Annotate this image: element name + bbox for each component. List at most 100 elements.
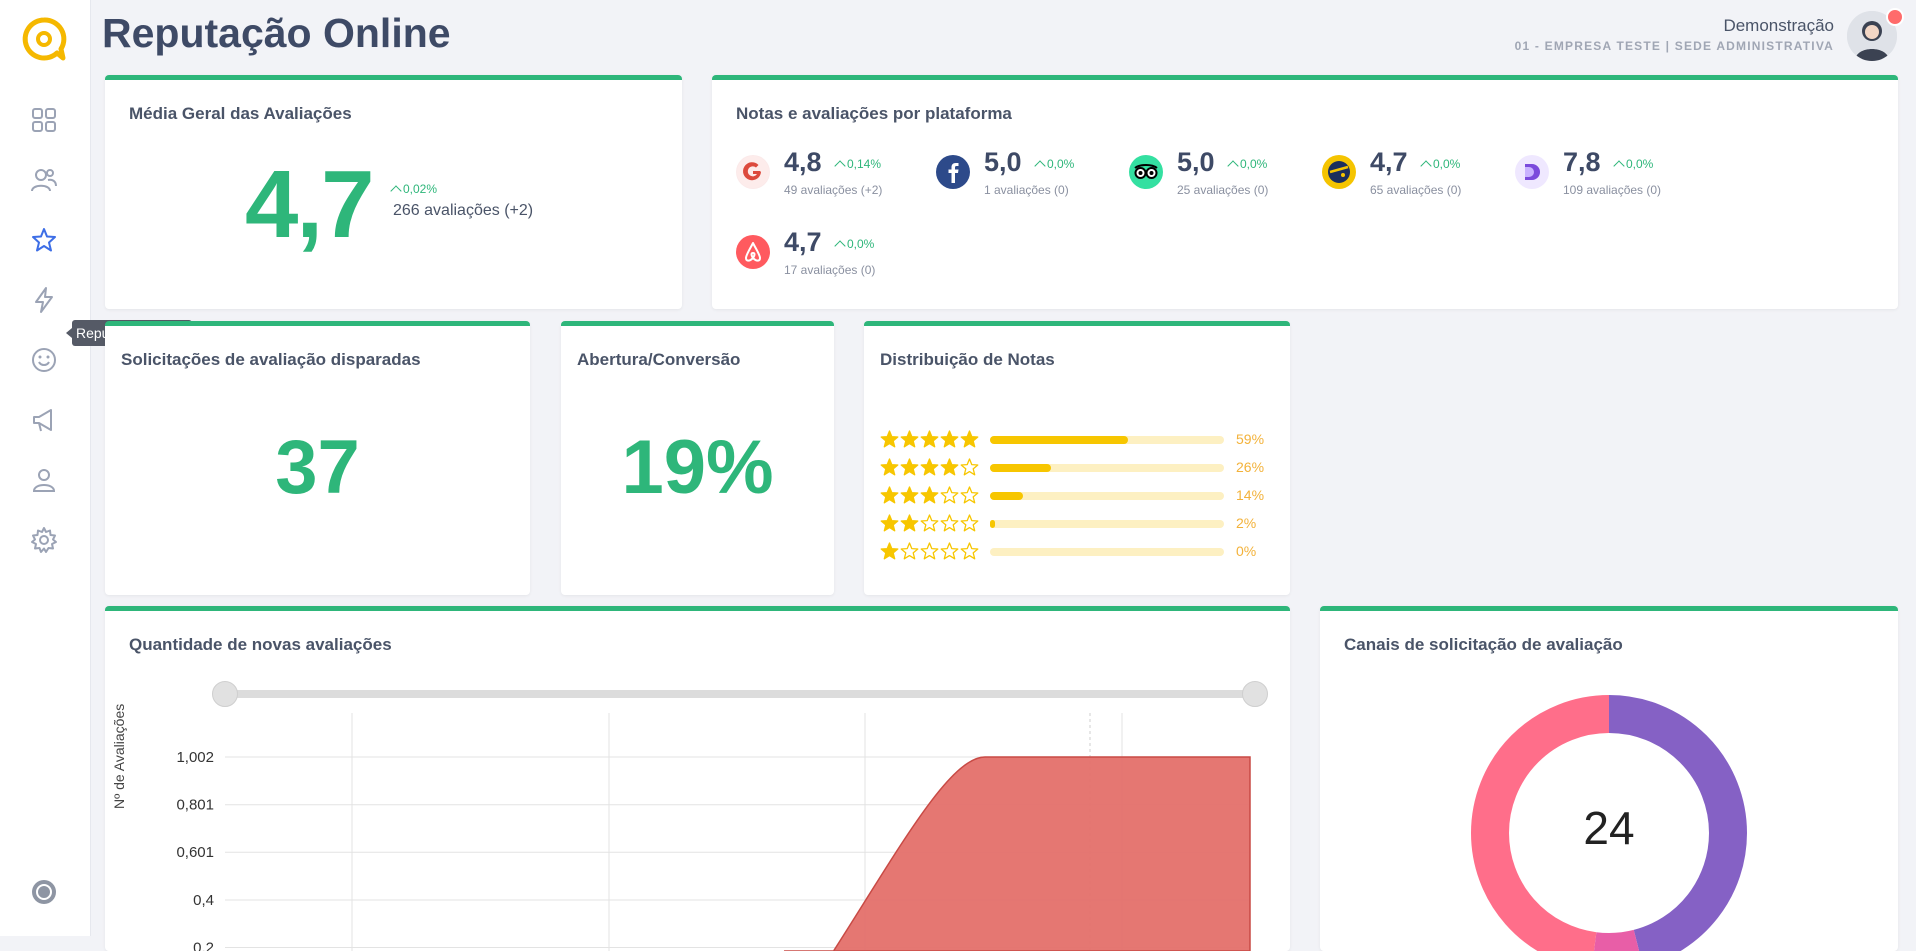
card-solicitacoes: Solicitações de avaliação disparadas 37	[105, 321, 530, 595]
distribution-bar-track	[990, 520, 1224, 528]
platform-count: 17 avaliações (0)	[784, 263, 876, 277]
card-abertura: Abertura/Conversão 19%	[561, 321, 834, 595]
star-empty-icon	[900, 542, 919, 560]
platform-score: 5,0	[984, 147, 1022, 177]
chart-y-tick: 0,601	[176, 844, 214, 861]
star-rating	[880, 458, 979, 477]
distribution-bar-track	[990, 492, 1224, 500]
star-empty-icon	[960, 514, 979, 532]
google-icon	[736, 155, 770, 189]
airbnb-icon	[736, 235, 770, 269]
user-icon[interactable]	[26, 462, 62, 498]
platform-tripadvisor[interactable]: 5,0 0,0% 25 avaliações (0)	[1129, 147, 1319, 203]
booking-icon	[1322, 155, 1356, 189]
media-value: 4,7	[245, 151, 374, 258]
card-title: Abertura/Conversão	[577, 350, 741, 369]
distribution-bar-track	[990, 548, 1224, 556]
platform-trend: 0,0%	[1420, 157, 1460, 172]
star-empty-icon	[920, 514, 939, 532]
platform-google[interactable]: 4,8 0,14% 49 avaliações (+2)	[736, 147, 926, 203]
gear-icon[interactable]	[26, 522, 62, 558]
star-empty-icon	[920, 542, 939, 560]
card-canais: Canais de solicitação de avaliação 24	[1320, 606, 1898, 951]
platform-score: 5,0	[1177, 147, 1215, 177]
star-filled-icon	[880, 486, 899, 504]
distribution-bar-fill	[990, 492, 1023, 500]
star-filled-icon	[960, 430, 979, 448]
chat-support-icon[interactable]	[26, 874, 62, 910]
megaphone-icon[interactable]	[26, 402, 62, 438]
card-novas-avaliacoes: Quantidade de novas avaliações Nº de Ava…	[105, 606, 1290, 951]
platform-score: 7,8	[1563, 147, 1601, 177]
platform-count: 1 avaliações (0)	[984, 183, 1069, 197]
user-name: Demonstração	[1723, 16, 1834, 35]
facebook-icon	[936, 155, 970, 189]
star-empty-icon	[940, 514, 959, 532]
donut-total: 24	[1583, 802, 1635, 854]
star-filled-icon	[940, 458, 959, 476]
star-empty-icon	[960, 486, 979, 504]
abertura-value: 19%	[621, 425, 774, 510]
distribution-pct: 14%	[1236, 487, 1265, 503]
media-count: 266 avaliações (+2)	[393, 202, 534, 219]
card-title: Notas e avaliações por plataforma	[736, 104, 1012, 123]
star-empty-icon	[960, 458, 979, 476]
lightning-icon[interactable]	[26, 282, 62, 318]
platform-count: 109 avaliações (0)	[1563, 183, 1662, 197]
platform-trend: 0,0%	[1227, 157, 1267, 172]
platform-count: 25 avaliações (0)	[1177, 183, 1269, 197]
distribution-pct: 26%	[1236, 459, 1265, 475]
platform-d[interactable]: 7,8 0,0% 109 avaliações (0)	[1515, 147, 1705, 203]
platform-facebook[interactable]: 5,0 0,0% 1 avaliações (0)	[936, 147, 1126, 203]
star-rating	[880, 486, 979, 505]
platform-airbnb[interactable]: 4,7 0,0% 17 avaliações (0)	[736, 227, 926, 283]
star-filled-icon	[880, 458, 899, 476]
star-icon[interactable]	[26, 222, 62, 258]
page-title: Reputação Online	[102, 10, 451, 56]
area-chart: 1,002 0,801 0,601 0,4 0,2	[176, 713, 1251, 951]
card-plataformas: Notas e avaliações por plataforma 4,8 0,…	[712, 75, 1898, 309]
distribution-bar-fill	[990, 520, 995, 528]
star-filled-icon	[880, 514, 899, 532]
distribution-bar-fill	[990, 436, 1129, 444]
users-icon[interactable]	[26, 162, 62, 198]
star-empty-icon	[940, 542, 959, 560]
star-rating	[880, 514, 979, 533]
star-rating	[880, 542, 979, 561]
star-filled-icon	[900, 458, 919, 476]
chart-y-tick: 0,801	[176, 797, 214, 814]
distribution-pct: 0%	[1236, 543, 1257, 559]
distribution-pct: 59%	[1236, 431, 1265, 447]
distribution-row: 0%	[880, 542, 1280, 564]
card-title: Distribuição de Notas	[880, 350, 1055, 369]
donut-chart	[1471, 695, 1747, 951]
tripadvisor-icon	[1129, 155, 1163, 189]
star-filled-icon	[900, 430, 919, 448]
sidebar	[0, 0, 91, 936]
star-rating	[880, 430, 979, 449]
platform-booking[interactable]: 4,7 0,0% 65 avaliações (0)	[1322, 147, 1512, 203]
notification-dot	[1886, 8, 1904, 26]
platform-count: 65 avaliações (0)	[1370, 183, 1462, 197]
chart-y-tick: 1,002	[176, 749, 214, 766]
media-trend: 0,02%	[390, 182, 437, 197]
solicitacoes-value: 37	[275, 425, 360, 510]
star-empty-icon	[960, 542, 979, 560]
app-logo[interactable]	[21, 16, 67, 62]
dashboard-grid-icon[interactable]	[26, 102, 62, 138]
star-filled-icon	[920, 458, 939, 476]
card-media-geral: Média Geral das Avaliações 4,7 0,02% 266…	[105, 75, 682, 309]
platform-trend: 0,0%	[1034, 157, 1074, 172]
smile-icon[interactable]	[26, 342, 62, 378]
platform-trend: 0,0%	[834, 237, 874, 252]
star-filled-icon	[920, 430, 939, 448]
distribution-row: 59%	[880, 430, 1280, 452]
user-info[interactable]: Demonstração 01 - EMPRESA TESTE | SEDE A…	[1515, 16, 1834, 53]
chart-y-tick: 0,2	[193, 939, 214, 951]
card-title: Média Geral das Avaliações	[129, 104, 352, 123]
chart-area-series	[783, 756, 1251, 951]
platform-score: 4,7	[1370, 147, 1408, 177]
distribution-bar-track	[990, 436, 1224, 444]
distribution-row: 26%	[880, 458, 1280, 480]
platform-trend: 0,0%	[1613, 157, 1653, 172]
